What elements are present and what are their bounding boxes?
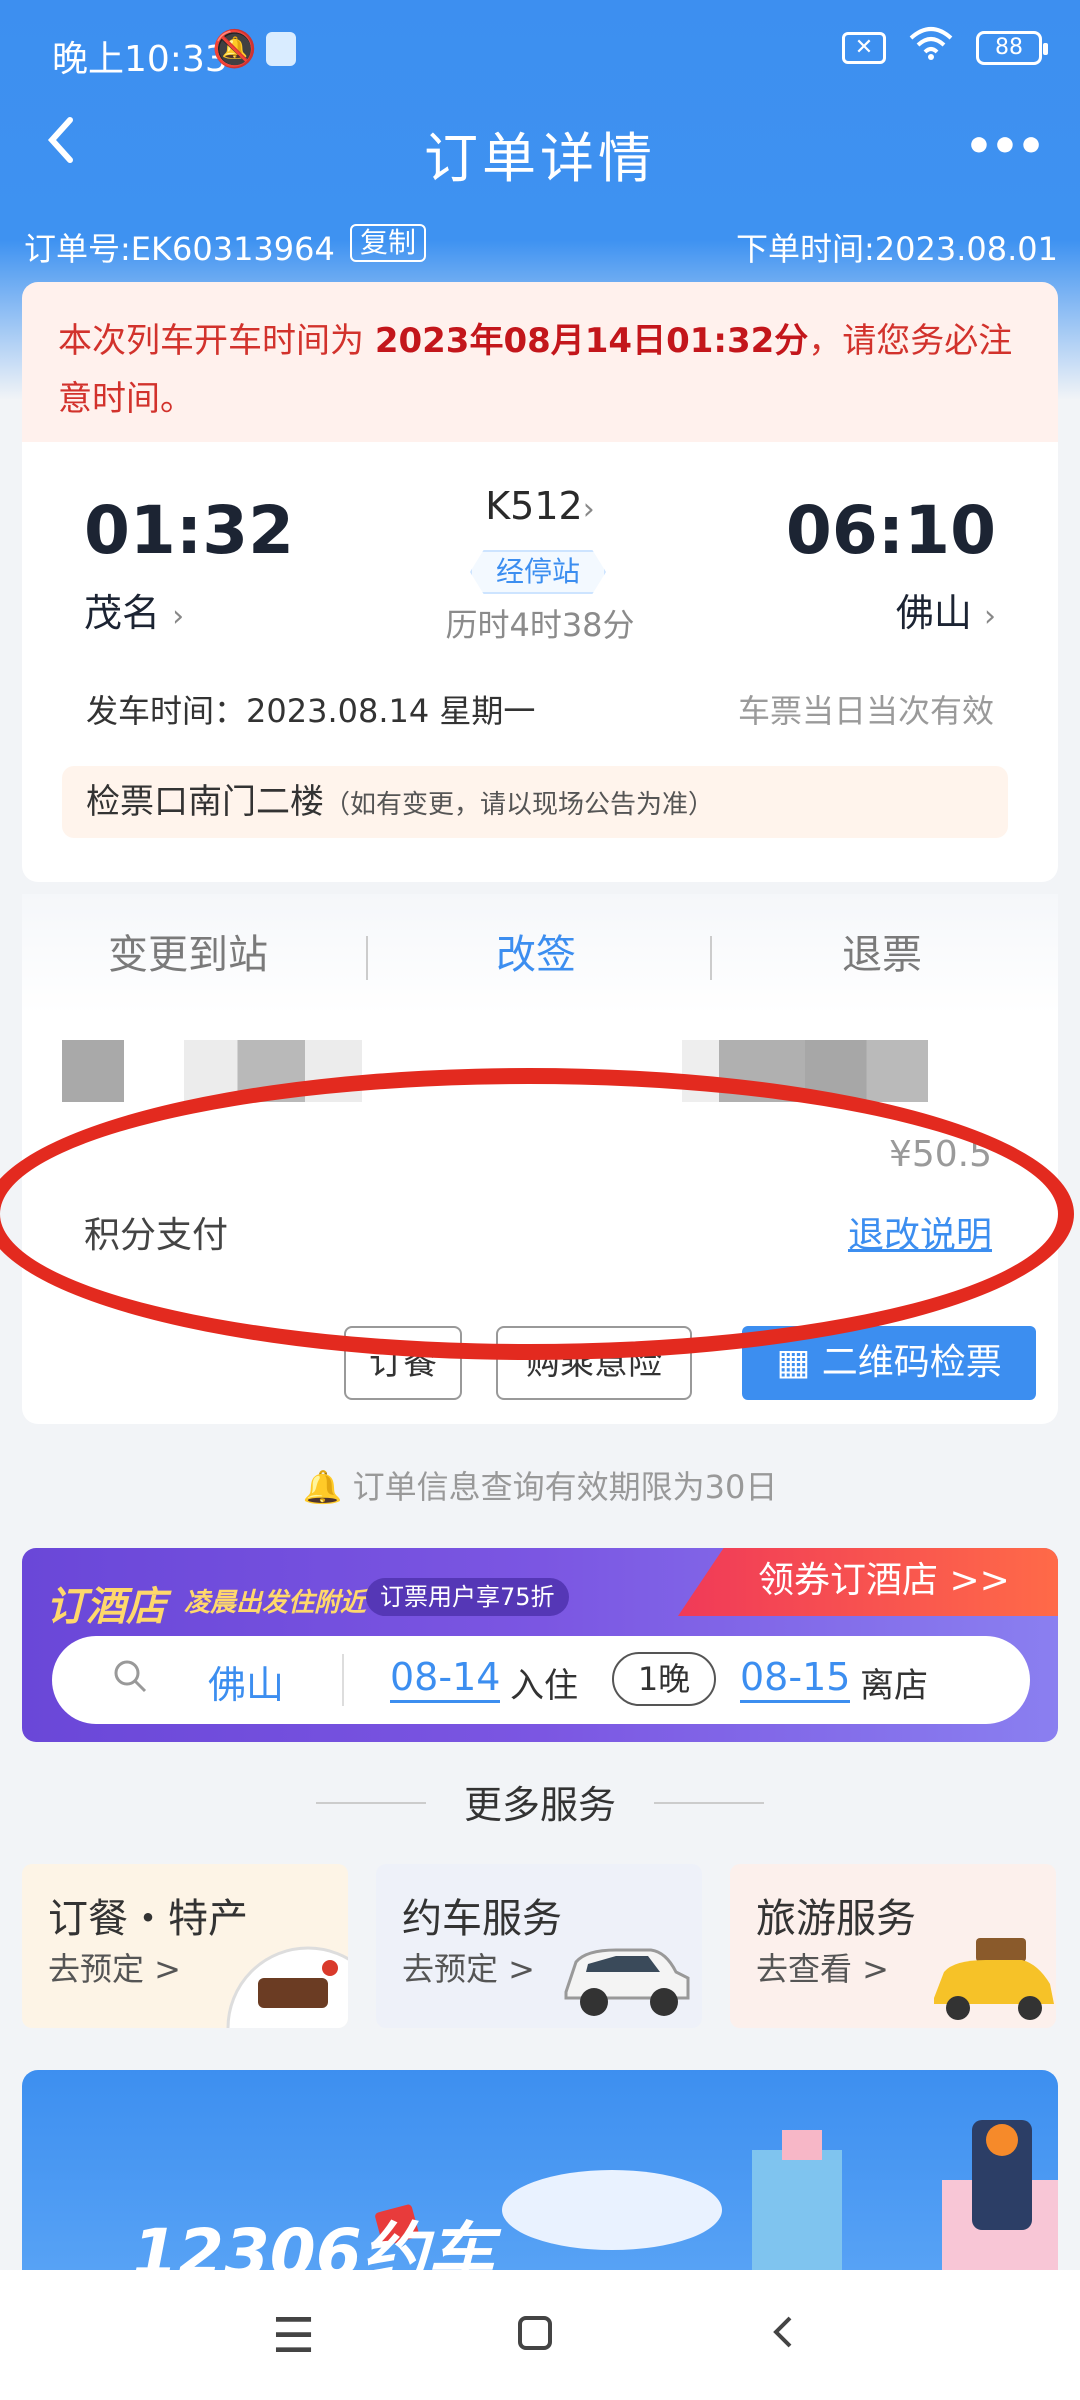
ticket-validity: 车票当日当次有效	[737, 692, 994, 730]
checkout-label: 离店	[860, 1666, 928, 1706]
checkin-date[interactable]: 08-14	[390, 1654, 501, 1703]
divider	[366, 936, 368, 980]
gate-label: 检票口南门二楼	[86, 782, 324, 822]
ticket-gate: 检票口南门二楼（如有变更，请以现场公告为准）	[62, 766, 1008, 838]
payment-method: 积分支付	[84, 1215, 229, 1256]
promo-title: 12306约车	[132, 2215, 494, 2270]
app-notification-icon	[266, 32, 296, 66]
hotel-discount-badge: 订票用户享75折	[366, 1578, 569, 1616]
divider	[710, 936, 712, 980]
qr-checkin-button[interactable]: ▦ 二维码检票	[742, 1326, 1036, 1400]
order-time: 下单时间:2023.08.01	[735, 230, 1058, 268]
service-link: 去查看 >	[756, 1950, 889, 1988]
notice-datetime: 2023年08月14日01:32分	[374, 321, 809, 361]
validity-note: 🔔 订单信息查询有效期限为30日	[0, 1462, 1080, 1508]
car-promo-banner[interactable]: 12306约车	[22, 2070, 1058, 2270]
stops-button[interactable]: 经停站	[470, 550, 606, 594]
ticket-price: ¥50.5	[888, 1134, 992, 1175]
hotel-banner[interactable]: 订酒店 凌晨出发住附近 订票用户享75折 领券订酒店 >> 佛山 08-14 入…	[22, 1548, 1058, 1742]
blurred-passenger-id	[184, 1040, 362, 1102]
gate-note: （如有变更，请以现场公告为准）	[324, 790, 715, 820]
service-car-booking[interactable]: 约车服务 去预定 >	[376, 1864, 702, 2028]
passenger-card: ¥50.5 积分支付 退改说明 订餐 购乘意险 ▦ 二维码检票	[22, 1014, 1058, 1424]
train-number-label: K512	[485, 484, 583, 528]
more-services-title: 更多服务	[463, 1783, 616, 1827]
notice-prefix: 本次列车开车时间为	[58, 321, 375, 361]
qr-code-icon: ▦	[776, 1342, 811, 1383]
page-title: 订单详情	[424, 127, 656, 190]
copy-order-button[interactable]: 复制	[350, 224, 427, 262]
battery-icon: 88	[976, 30, 1048, 65]
refund-button[interactable]: 退票	[842, 922, 922, 980]
status-time: 晚上10:33	[52, 39, 228, 80]
insurance-button[interactable]: 购乘意险	[496, 1326, 692, 1400]
hotel-coupon-button[interactable]: 领券订酒店 >>	[678, 1548, 1058, 1616]
service-travel[interactable]: 旅游服务 去查看 >	[730, 1864, 1056, 2028]
validity-note-text: 订单信息查询有效期限为30日	[352, 1468, 778, 1506]
blurred-passenger-name	[62, 1040, 124, 1102]
ticket-actions: 变更到站 改签 退票	[22, 894, 1058, 1014]
service-link: 去预定 >	[48, 1950, 181, 1988]
service-title: 约车服务	[402, 1896, 562, 1942]
refund-policy-link[interactable]: 退改说明	[848, 1206, 992, 1258]
departure-notice: 本次列车开车时间为 2023年08月14日01:32分，请您务必注意时间。	[22, 282, 1058, 442]
no-sim-icon: ✕	[842, 31, 886, 64]
more-menu-button[interactable]: •••	[964, 114, 1045, 184]
nights-count: 1晚	[612, 1652, 716, 1706]
food-plate-icon	[226, 1946, 348, 2028]
wifi-icon	[908, 26, 954, 69]
blurred-seat-info	[682, 1040, 928, 1102]
bell-muted-icon: 🔕	[212, 29, 257, 70]
city-skyline-icon	[502, 2120, 1058, 2270]
train-number[interactable]: K512›	[22, 484, 1058, 528]
system-nav-bar: ☰	[0, 2270, 1080, 2400]
travel-duration: 历时4时38分	[445, 606, 635, 644]
hotel-city[interactable]: 佛山	[208, 1654, 284, 1709]
hotel-subtitle: 凌晨出发住附近	[184, 1588, 367, 1618]
back-icon[interactable]	[768, 2308, 798, 2364]
service-meal-specialty[interactable]: 订餐・特产 去预定 >	[22, 1864, 348, 2028]
meal-order-button[interactable]: 订餐	[344, 1326, 462, 1400]
divider	[342, 1654, 344, 1706]
reschedule-button[interactable]: 改签	[496, 922, 576, 980]
change-station-button[interactable]: 变更到站	[108, 922, 268, 980]
service-title: 旅游服务	[756, 1896, 916, 1942]
hotel-title: 订酒店	[46, 1584, 166, 1630]
status-bar: 晚上10:33 🔕 ✕ 88	[0, 0, 1080, 100]
checkout-date[interactable]: 08-15	[740, 1654, 851, 1703]
search-icon	[112, 1658, 148, 1703]
chevron-right-icon: ›	[582, 492, 595, 527]
order-info-row: 订单号:EK60313964 复制 下单时间:2023.08.01	[24, 220, 1058, 270]
home-icon[interactable]	[516, 2308, 556, 2364]
order-number: 订单号:EK60313964	[24, 230, 335, 268]
checkin-label: 入住	[510, 1666, 578, 1706]
yellow-car-icon	[934, 1938, 1054, 2020]
menu-icon[interactable]: ☰	[272, 2308, 315, 2364]
car-icon	[564, 1948, 690, 2016]
divider	[654, 1802, 764, 1804]
bell-icon: 🔔	[302, 1468, 343, 1506]
departure-date: 发车时间：2023.08.14 星期一	[86, 692, 536, 730]
train-info-card: 01:32 06:10 茂名 › 佛山 › K512› 经停站 历时4时38分 …	[22, 442, 1058, 882]
nav-bar: 订单详情 •••	[0, 100, 1080, 200]
hotel-search-bar[interactable]: 佛山 08-14 入住 1晚 08-15 离店	[52, 1636, 1030, 1724]
qr-checkin-label: 二维码检票	[821, 1342, 1002, 1383]
service-link: 去预定 >	[402, 1950, 535, 1988]
